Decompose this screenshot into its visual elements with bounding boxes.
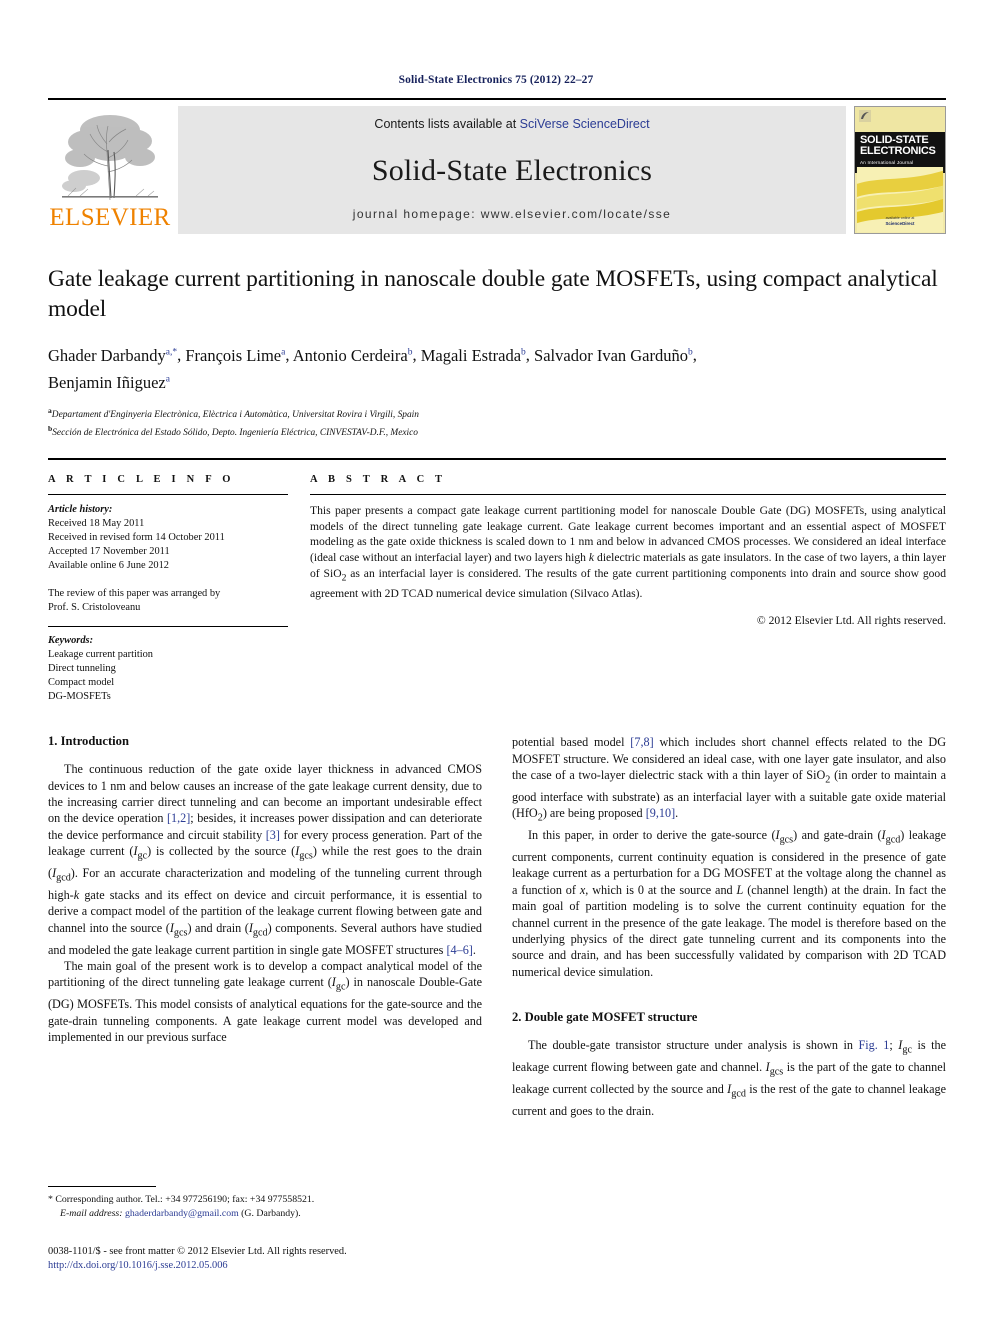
journal-homepage-link[interactable]: journal homepage: www.elsevier.com/locat… xyxy=(353,207,671,221)
citation-ref[interactable]: [3] xyxy=(266,828,280,842)
body-column-left: 1. Introduction The continuous reduction… xyxy=(48,734,482,1119)
history-item: Received in revised form 14 October 2011 xyxy=(48,532,225,544)
corresponding-author-note: * Corresponding author. Tel.: +34 977256… xyxy=(48,1194,315,1205)
elsevier-tree-icon xyxy=(54,108,166,204)
author-name: Salvador Ivan Garduño xyxy=(534,345,689,365)
author-entry: Antonio Cerdeirab xyxy=(293,346,413,365)
citation-ref[interactable]: [7,8] xyxy=(630,735,653,749)
cover-footer-brand: ScienceDirect xyxy=(885,221,915,226)
author-affil-mark: b xyxy=(407,347,413,357)
author-affil-mark: a xyxy=(165,374,170,385)
masthead-center-panel: Contents lists available at SciVerse Sci… xyxy=(178,106,846,234)
author-entry: Magali Estradab xyxy=(421,346,526,365)
elsevier-logo: ELSEVIER xyxy=(48,106,172,234)
paragraph: The main goal of the present work is to … xyxy=(48,959,482,1045)
section-heading-structure: 2. Double gate MOSFET structure xyxy=(512,1010,698,1025)
affiliation-list: aDepartament d'Enginyeria Electrònica, E… xyxy=(48,404,944,440)
author-entry: Salvador Ivan Garduñob xyxy=(534,346,693,365)
journal-cover-thumbnail[interactable]: SOLID-STATE ELECTRONICS An International… xyxy=(854,106,946,234)
keyword-item: DG-MOSFETs xyxy=(48,691,111,703)
keywords-label: Keywords: xyxy=(48,635,94,647)
author-affil-mark: b xyxy=(521,347,526,357)
author-name: Antonio Cerdeira xyxy=(292,345,408,365)
email-link[interactable]: ghaderdarbandy@gmail.com xyxy=(125,1208,239,1219)
doi-link[interactable]: http://dx.doi.org/10.1016/j.sse.2012.05.… xyxy=(48,1259,608,1273)
paper-page: Solid-State Electronics 75 (2012) 22–27 xyxy=(0,0,992,1323)
cover-title-band: SOLID-STATE ELECTRONICS An International… xyxy=(855,132,945,173)
abstract-divider xyxy=(310,494,946,496)
keywords-divider xyxy=(48,626,288,628)
footnote-block: * Corresponding author. Tel.: +34 977256… xyxy=(48,1186,482,1220)
citation-ref[interactable]: [9,10] xyxy=(646,806,675,820)
paragraph: The continuous reduction of the gate oxi… xyxy=(48,762,483,957)
body-columns: 1. Introduction The continuous reduction… xyxy=(48,734,946,1119)
title-block: Gate leakage current partitioning in nan… xyxy=(48,264,944,440)
history-item: Accepted 17 November 2011 xyxy=(48,546,170,558)
colophon-block: 0038-1101/$ - see front matter © 2012 El… xyxy=(48,1245,608,1273)
author-affil-mark: b xyxy=(688,347,693,357)
email-suffix: (G. Darbandy). xyxy=(241,1207,301,1219)
issn-line: 0038-1101/$ - see front matter © 2012 El… xyxy=(48,1246,347,1257)
paragraph: potential based model [7,8] which includ… xyxy=(512,735,946,824)
abstract-column: A B S T R A C T This paper presents a co… xyxy=(310,474,946,704)
abstract-text: This paper presents a compact gate leaka… xyxy=(310,504,947,600)
affiliation-text: Departament d'Enginyeria Electrònica, El… xyxy=(51,410,419,421)
author-entry: François Limea xyxy=(185,346,285,365)
paragraph: The double-gate transistor structure und… xyxy=(512,1038,946,1118)
contents-available-line: Contents lists available at SciVerse Sci… xyxy=(374,117,649,131)
figure-ref[interactable]: Fig. 1 xyxy=(858,1038,889,1052)
keyword-item: Leakage current partition xyxy=(48,649,154,661)
affiliation-text: Sección de Electrónica del Estado Sólido… xyxy=(52,428,418,439)
cover-subtitle: An International Journal xyxy=(860,160,914,166)
author-name: François Lime xyxy=(185,345,282,365)
author-name: Benjamin Iñiguez xyxy=(48,373,166,392)
section-heading-introduction: 1. Introduction xyxy=(48,734,129,749)
sciencedirect-link[interactable]: SciVerse ScienceDirect xyxy=(520,117,650,131)
info-abstract-region: A R T I C L E I N F O Article history: R… xyxy=(48,458,946,704)
cover-footer-text: available online at ScienceDirect xyxy=(855,216,945,227)
running-head: Solid-State Electronics 75 (2012) 22–27 xyxy=(398,74,594,86)
history-item: Available online 6 June 2012 xyxy=(48,560,170,572)
keyword-item: Direct tunneling xyxy=(48,663,116,675)
elsevier-wordmark: ELSEVIER xyxy=(49,204,171,231)
review-note-line-1: The review of this paper was arranged by xyxy=(48,588,221,600)
author-name: Magali Estrada xyxy=(420,345,522,365)
email-label: E-mail address: xyxy=(60,1207,123,1219)
footnote-rule xyxy=(48,1186,156,1187)
author-affil-mark: a,* xyxy=(165,347,178,357)
paragraph: In this paper, in order to derive the ga… xyxy=(512,828,946,979)
article-title: Gate leakage current partitioning in nan… xyxy=(48,266,938,322)
review-note-line-2: Prof. S. Cristoloveanu xyxy=(48,602,141,614)
citation-ref[interactable]: [4–6] xyxy=(446,943,472,957)
journal-masthead: ELSEVIER Contents lists available at Sci… xyxy=(48,98,946,234)
cover-title-line2: ELECTRONICS xyxy=(860,145,936,158)
affiliation-item: bSección de Electrónica del Estado Sólid… xyxy=(48,422,944,440)
email-note: E-mail address: ghaderdarbandy@gmail.com… xyxy=(48,1207,482,1221)
abstract-label: A B S T R A C T xyxy=(310,474,447,486)
body-column-right: potential based model [7,8] which includ… xyxy=(512,734,946,1119)
author-entry: Benjamin Iñigueza xyxy=(48,373,170,392)
journal-title: Solid-State Electronics xyxy=(371,154,653,187)
history-item: Received 18 May 2011 xyxy=(48,518,145,530)
abstract-copyright: © 2012 Elsevier Ltd. All rights reserved… xyxy=(756,614,946,628)
author-name: Ghader Darbandy xyxy=(48,345,166,365)
article-history-label: Article history: xyxy=(48,504,113,516)
author-affil-mark: a xyxy=(281,347,286,357)
author-entry: Ghader Darbandya,* xyxy=(48,346,177,365)
affiliation-item: aDepartament d'Enginyeria Electrònica, E… xyxy=(48,404,944,422)
article-info-divider xyxy=(48,494,288,496)
keyword-item: Compact model xyxy=(48,677,115,689)
article-info-column: A R T I C L E I N F O Article history: R… xyxy=(48,474,288,704)
article-info-label: A R T I C L E I N F O xyxy=(48,474,235,486)
contents-prefix: Contents lists available at xyxy=(374,117,520,131)
citation-ref[interactable]: [1,2] xyxy=(167,811,190,825)
cover-elsevier-icon xyxy=(859,110,871,122)
author-list: Ghader Darbandya,*, François Limea, Anto… xyxy=(48,345,697,393)
